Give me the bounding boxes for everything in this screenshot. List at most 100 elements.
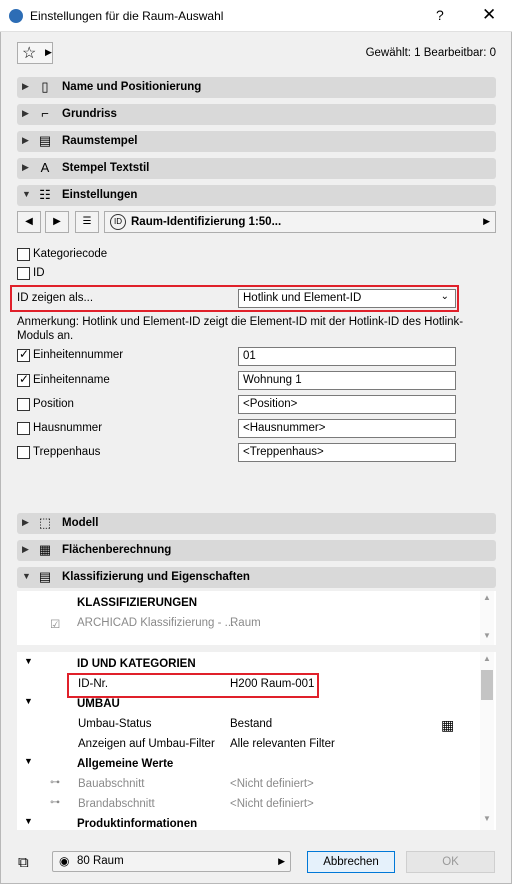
tag-icon: ▯ [41, 79, 49, 94]
classification-list: KLASSIFIZIERUNGEN ☑ ARCHICAD Klassifizie… [17, 591, 496, 645]
chevron-right-icon: ▶ [483, 216, 490, 226]
building-materials-icon[interactable]: ▦ [441, 717, 454, 734]
panel-label: Name und Positionierung [62, 81, 202, 93]
selection-info: Gewählt: 1 Bearbeitbar: 0 [365, 47, 496, 59]
model-icon: ⬚ [38, 515, 52, 530]
chevron-down-icon: ⌄ [440, 291, 449, 302]
panel-grundriss[interactable]: ▶ ⌐ Grundriss [17, 104, 496, 125]
panel-label: Modell [62, 517, 99, 529]
hausnummer-label: Hausnummer [33, 422, 103, 434]
scroll-down-icon[interactable]: ▼ [483, 814, 491, 823]
panel-einstellungen[interactable]: ▼ ☷ Einstellungen [17, 185, 496, 206]
kategoriecode-checkbox[interactable] [17, 248, 30, 261]
einheitennummer-checkbox[interactable] [17, 347, 30, 362]
highlight-id-nr [67, 673, 319, 698]
panel-label: Stempel Textstil [62, 162, 150, 174]
stamp-settings-icon[interactable]: ☰ [75, 211, 99, 233]
stamp-icon: ▤ [38, 133, 52, 148]
classification-system: ARCHICAD Klassifizierung - ... [77, 617, 235, 629]
chevron-right-icon: ▶ [45, 47, 52, 57]
einheitennummer-label: Einheitennummer [33, 349, 124, 361]
treppenhaus-label: Treppenhaus [33, 446, 101, 458]
eye-icon: ◉ [59, 854, 70, 868]
id-show-select[interactable]: Hotlink und Element-ID ⌄ [238, 289, 456, 308]
panel-label: Klassifizierung und Eigenschaften [62, 571, 250, 583]
next-button[interactable]: ▶ [45, 211, 69, 233]
classification-scrollbar[interactable]: ▲ ▼ [480, 591, 494, 645]
panel-label: Raumstempel [62, 135, 138, 147]
classification-header: KLASSIFIZIERUNGEN [77, 597, 198, 609]
umbau-status-value[interactable]: Bestand [230, 718, 272, 730]
panel-raumstempel[interactable]: ▶ ▤ Raumstempel [17, 131, 496, 152]
star-icon: ☆ [22, 45, 37, 62]
expand-icon: ▶ [22, 162, 29, 172]
hausnummer-checkbox[interactable] [17, 422, 30, 435]
umbau-group-header: UMBAU [77, 698, 120, 710]
scroll-down-icon[interactable]: ▼ [483, 631, 491, 640]
stamp-selector-value: Raum-Identifizierung 1:50... [131, 216, 282, 228]
settings-list-icon: ☷ [39, 187, 51, 202]
brandabschnitt-value[interactable]: <Nicht definiert> [230, 798, 314, 810]
document-icon: ▤ [38, 569, 52, 584]
archicad-icon [9, 9, 23, 23]
id-checkbox[interactable] [17, 267, 30, 280]
previous-button[interactable]: ◀ [17, 211, 41, 233]
position-field[interactable]: <Position> [238, 395, 456, 414]
einheitenname-label: Einheitenname [33, 374, 110, 386]
collapse-icon: ▼ [22, 189, 31, 199]
expand-icon: ▶ [22, 135, 29, 145]
collapse-icon[interactable]: ▼ [24, 816, 33, 826]
classification-value[interactable]: Raum [230, 617, 261, 629]
umbau-filter-label: Anzeigen auf Umbau-Filter [78, 738, 215, 750]
general-group-header: Allgemeine Werte [77, 758, 174, 770]
panel-label: Flächenberechnung [62, 544, 172, 556]
cancel-button[interactable]: Abbrechen [307, 851, 395, 873]
scroll-up-icon[interactable]: ▲ [483, 593, 491, 602]
id-group-header: ID UND KATEGORIEN [77, 658, 196, 670]
window-title: Einstellungen für die Raum-Auswahl [30, 9, 224, 23]
expand-icon: ▶ [22, 517, 29, 527]
panel-modell[interactable]: ▶ ⬚ Modell [17, 513, 496, 534]
link-icon: ⊶ [50, 797, 60, 808]
panel-stempel-textstil[interactable]: ▶ A Stempel Textstil [17, 158, 496, 179]
ok-button[interactable]: OK [406, 851, 495, 873]
layer-value: 80 Raum [77, 855, 124, 867]
umbau-filter-value[interactable]: Alle relevanten Filter [230, 738, 335, 750]
area-calc-icon: ▦ [38, 542, 52, 557]
position-checkbox[interactable] [17, 398, 30, 411]
collapse-icon[interactable]: ▼ [24, 696, 33, 706]
treppenhaus-checkbox[interactable] [17, 446, 30, 459]
properties-scrollbar[interactable]: ▲ ▼ [480, 652, 494, 830]
close-button[interactable]: ✕ [482, 5, 496, 25]
umbau-status-label: Umbau-Status [78, 718, 152, 730]
expand-icon: ▶ [22, 108, 29, 118]
panel-name-positioning[interactable]: ▶ ▯ Name und Positionierung [17, 77, 496, 98]
note-text: Anmerkung: Hotlink und Element-ID zeigt … [17, 316, 464, 342]
bauabschnitt-label: Bauabschnitt [78, 778, 145, 790]
bauabschnitt-value[interactable]: <Nicht definiert> [230, 778, 314, 790]
brandabschnitt-label: Brandabschnitt [78, 798, 155, 810]
layer-stack-icon: ⧉ [18, 854, 29, 871]
title-bar: Einstellungen für die Raum-Auswahl ? ✕ [0, 0, 512, 32]
scroll-thumb[interactable] [481, 670, 493, 700]
treppenhaus-field[interactable]: <Treppenhaus> [238, 443, 456, 462]
collapse-icon[interactable]: ▼ [24, 756, 33, 766]
link-icon: ⊶ [50, 777, 60, 788]
panel-klassifizierung[interactable]: ▼ ▤ Klassifizierung und Eigenschaften [17, 567, 496, 588]
einheitenname-field[interactable]: Wohnung 1 [238, 371, 456, 390]
id-show-label: ID zeigen als... [17, 292, 94, 304]
favorites-button[interactable]: ☆ ▶ [17, 42, 53, 64]
einheitenname-checkbox[interactable] [17, 372, 30, 387]
kategoriecode-label: Kategoriecode [33, 248, 108, 260]
panel-flaechenberechnung[interactable]: ▶ ▦ Flächenberechnung [17, 540, 496, 561]
hausnummer-field[interactable]: <Hausnummer> [238, 419, 456, 438]
check-icon: ☑ [50, 619, 61, 631]
collapse-icon: ▼ [22, 571, 31, 581]
help-button[interactable]: ? [436, 7, 444, 23]
id-label: ID [33, 267, 45, 279]
layer-selector[interactable]: ◉ 80 Raum ▶ [52, 851, 291, 872]
scroll-up-icon[interactable]: ▲ [483, 654, 491, 663]
einheitennummer-field[interactable]: 01 [238, 347, 456, 366]
collapse-icon[interactable]: ▼ [24, 656, 33, 666]
stamp-selector[interactable]: ID Raum-Identifizierung 1:50... ▶ [104, 211, 496, 233]
